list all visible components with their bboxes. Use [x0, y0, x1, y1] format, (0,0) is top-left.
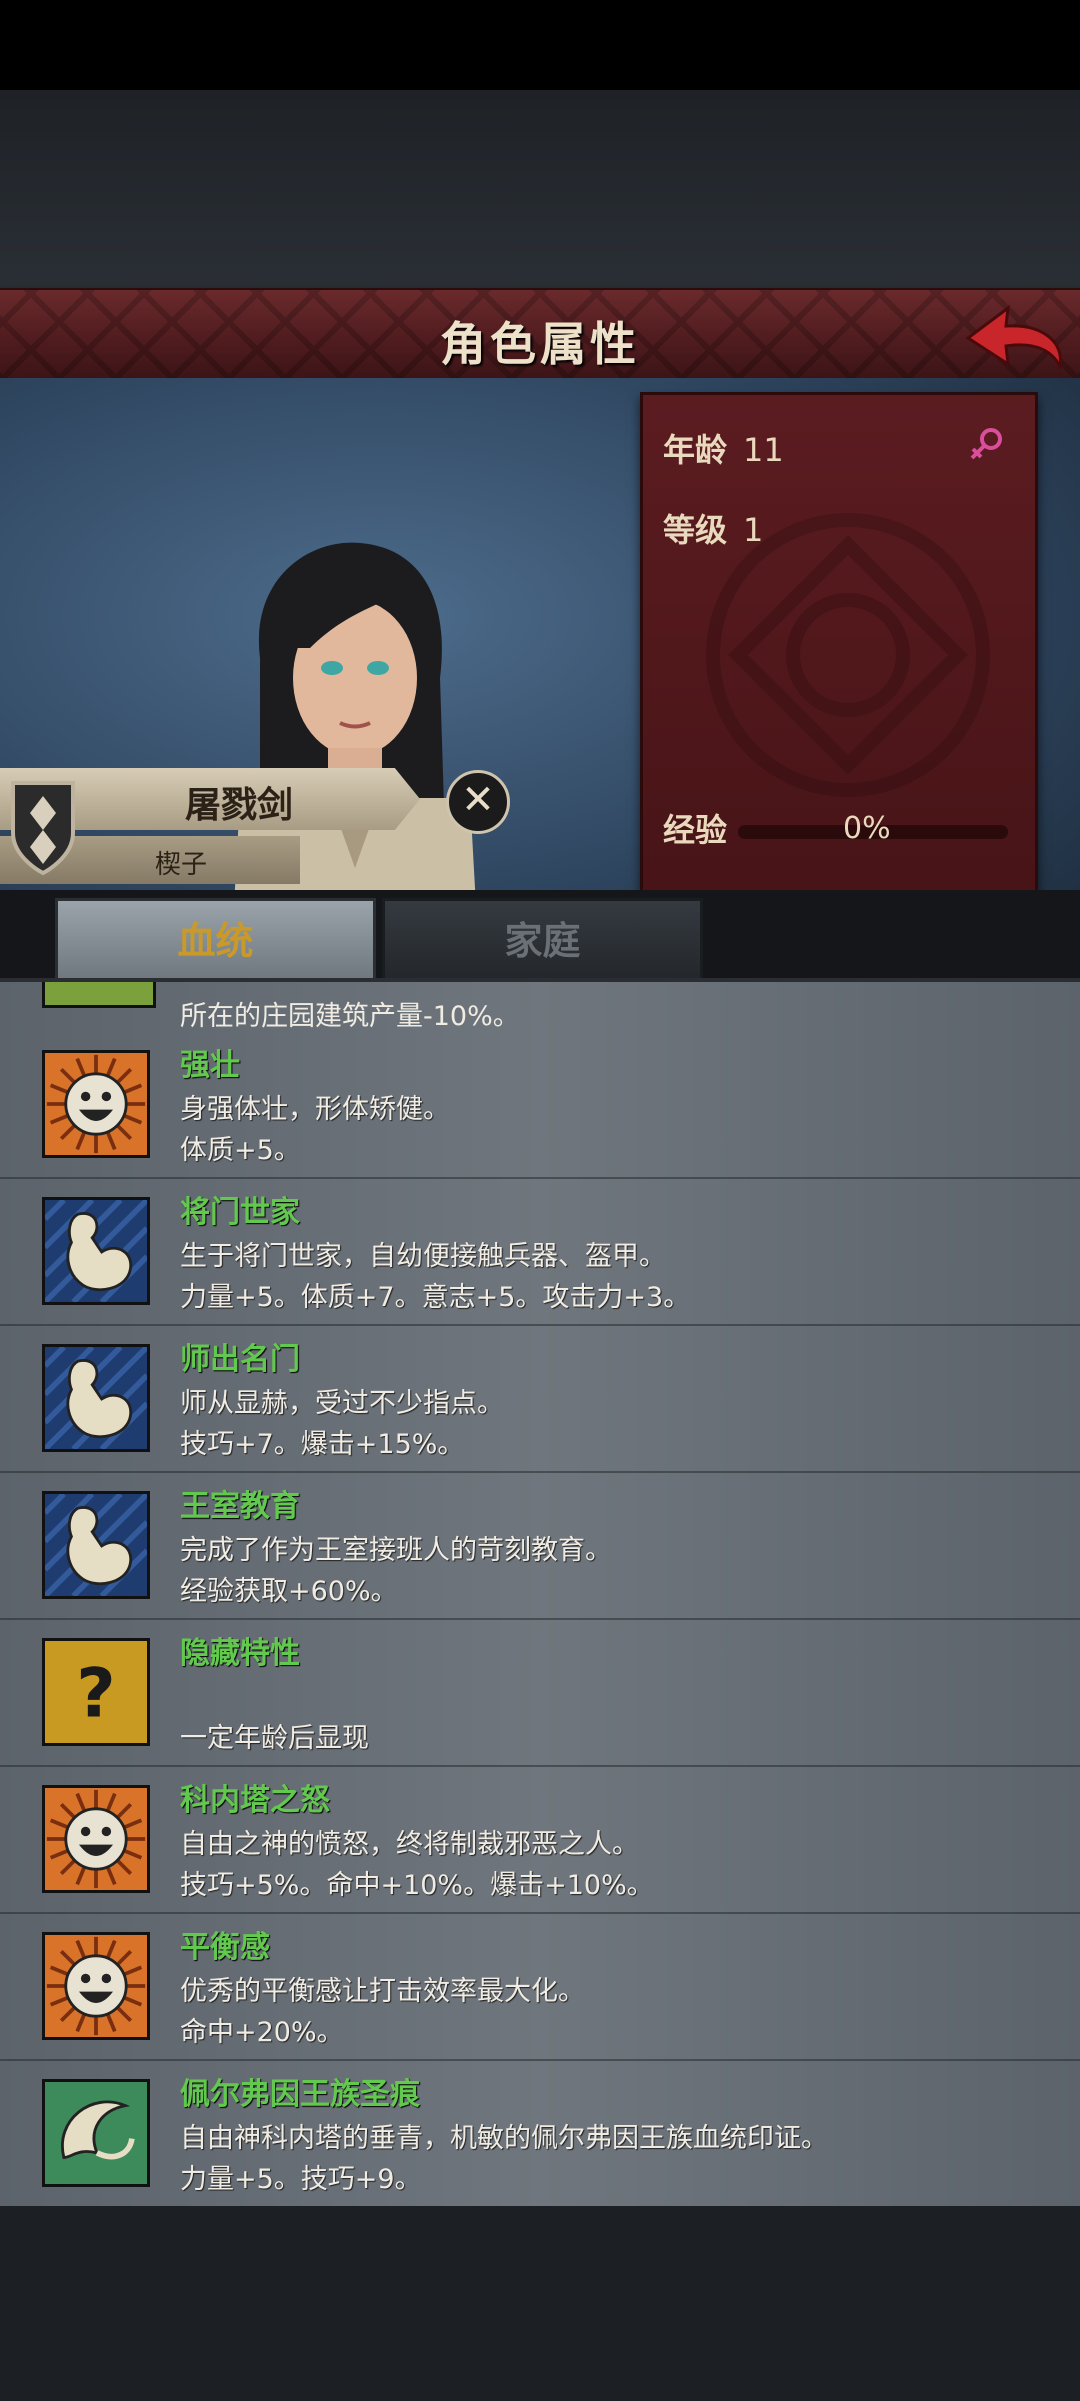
trait-icon-partial — [42, 982, 156, 1008]
muscle-arm-icon — [42, 1491, 150, 1599]
question-icon: ? — [42, 1638, 150, 1746]
trait-item[interactable]: 师出名门师从显赫，受过不少指点。 技巧+7。爆击+15%。 — [0, 1324, 1080, 1473]
status-bar — [0, 0, 1080, 90]
trait-name: 强壮 — [180, 1048, 240, 1083]
page-title: 角色属性 — [440, 317, 640, 371]
trait-description: 自由之神的愤怒，终将制裁邪恶之人。 — [180, 1829, 639, 1860]
smiley-icon — [42, 1785, 150, 1893]
trait-effect: 一定年龄后显现 — [180, 1723, 369, 1754]
age-label: 年龄 — [663, 431, 728, 469]
trait-item[interactable]: ? 隐藏特性一定年龄后显现 — [0, 1618, 1080, 1767]
trait-item[interactable]: 平衡感优秀的平衡感让打击效率最大化。 命中+20%。 — [0, 1912, 1080, 2061]
trait-item[interactable]: 王室教育完成了作为王室接班人的苛刻教育。 经验获取+60%。 — [0, 1471, 1080, 1620]
trait-name: 科内塔之怒 — [180, 1783, 330, 1818]
age-value: 11 — [743, 431, 784, 469]
back-arrow-icon — [965, 304, 1062, 371]
female-icon — [970, 428, 1002, 460]
trait-item[interactable]: 将门世家生于将门世家，自幼便接触兵器、盔甲。 力量+5。体质+7。意志+5。攻击力… — [0, 1177, 1080, 1326]
trait-description: 优秀的平衡感让打击效率最大化。 — [180, 1976, 585, 2007]
trait-name: 将门世家 — [180, 1195, 300, 1230]
trait-effect: 技巧+5%。命中+10%。爆击+10%。 — [180, 1870, 654, 1901]
trait-name: 王室教育 — [180, 1489, 300, 1524]
feather-swirl-icon — [42, 2079, 150, 2187]
exp-value: 0% — [843, 811, 891, 846]
trait-description: 师从显赫，受过不少指点。 — [180, 1388, 504, 1419]
back-button[interactable] — [960, 296, 1070, 376]
svg-text:?: ? — [76, 1655, 115, 1734]
trait-description: 身强体壮，形体矫健。 — [180, 1094, 450, 1125]
trait-name: 佩尔弗因王族圣痕 — [180, 2077, 420, 2112]
trait-effect: 技巧+7。爆击+15%。 — [180, 1429, 465, 1460]
title-bar: 角色属性 — [0, 288, 1080, 383]
level-value: 1 — [743, 511, 764, 549]
bottom-area — [0, 2206, 1080, 2401]
trait-item[interactable]: 佩尔弗因王族圣痕自由神科内塔的垂青，机敏的佩尔弗因王族血统印证。 力量+5。技巧+… — [0, 2059, 1080, 2208]
trait-name: 师出名门 — [180, 1342, 300, 1377]
trait-effect-partial: 所在的庄园建筑产量-10%。 — [180, 1001, 520, 1032]
trait-name: 平衡感 — [180, 1930, 270, 1965]
trait-description: 自由神科内塔的垂青，机敏的佩尔弗因王族血统印证。 — [180, 2123, 828, 2154]
top-background — [0, 90, 1080, 288]
level-label: 等级 — [663, 511, 728, 549]
trait-effect: 体质+5。 — [180, 1135, 301, 1166]
trait-item[interactable]: 科内塔之怒自由之神的愤怒，终将制裁邪恶之人。 技巧+5%。命中+10%。爆击+10… — [0, 1765, 1080, 1914]
trait-effect: 力量+5。体质+7。意志+5。攻击力+3。 — [180, 1282, 691, 1313]
trait-effect: 经验获取+60%。 — [180, 1576, 398, 1607]
level-row: 等级 1 — [663, 505, 763, 551]
smiley-icon — [42, 1050, 150, 1158]
smiley-icon — [42, 1932, 150, 2040]
trait-name: 隐藏特性 — [180, 1636, 300, 1671]
trait-effect: 力量+5。技巧+9。 — [180, 2164, 422, 2195]
character-subname: 楔子 — [155, 850, 208, 880]
tab-bloodline[interactable]: 血统 — [55, 898, 376, 984]
character-name: 屠戮剑 — [185, 785, 294, 826]
trait-description: 完成了作为王室接班人的苛刻教育。 — [180, 1535, 612, 1566]
close-icon[interactable]: ✕ — [446, 770, 510, 834]
shield-icon — [11, 781, 75, 876]
age-row: 年龄 11 — [663, 425, 784, 471]
exp-label: 经验 — [663, 811, 728, 849]
tab-family[interactable]: 家庭 — [382, 898, 703, 984]
muscle-arm-icon — [42, 1344, 150, 1452]
trait-item[interactable]: 强壮身强体壮，形体矫健。 体质+5。 — [0, 1030, 1080, 1179]
muscle-arm-icon — [42, 1197, 150, 1305]
trait-description: 生于将门世家，自幼便接触兵器、盔甲。 — [180, 1241, 666, 1272]
trait-list[interactable]: 所在的庄园建筑产量-10%。 强壮身强体壮，形体矫健。 体质+5。将门世家生于将门… — [0, 978, 1080, 2210]
trait-effect: 命中+20%。 — [180, 2017, 344, 2048]
info-panel: 年龄 11 等级 1 经验 0% — [640, 392, 1038, 900]
